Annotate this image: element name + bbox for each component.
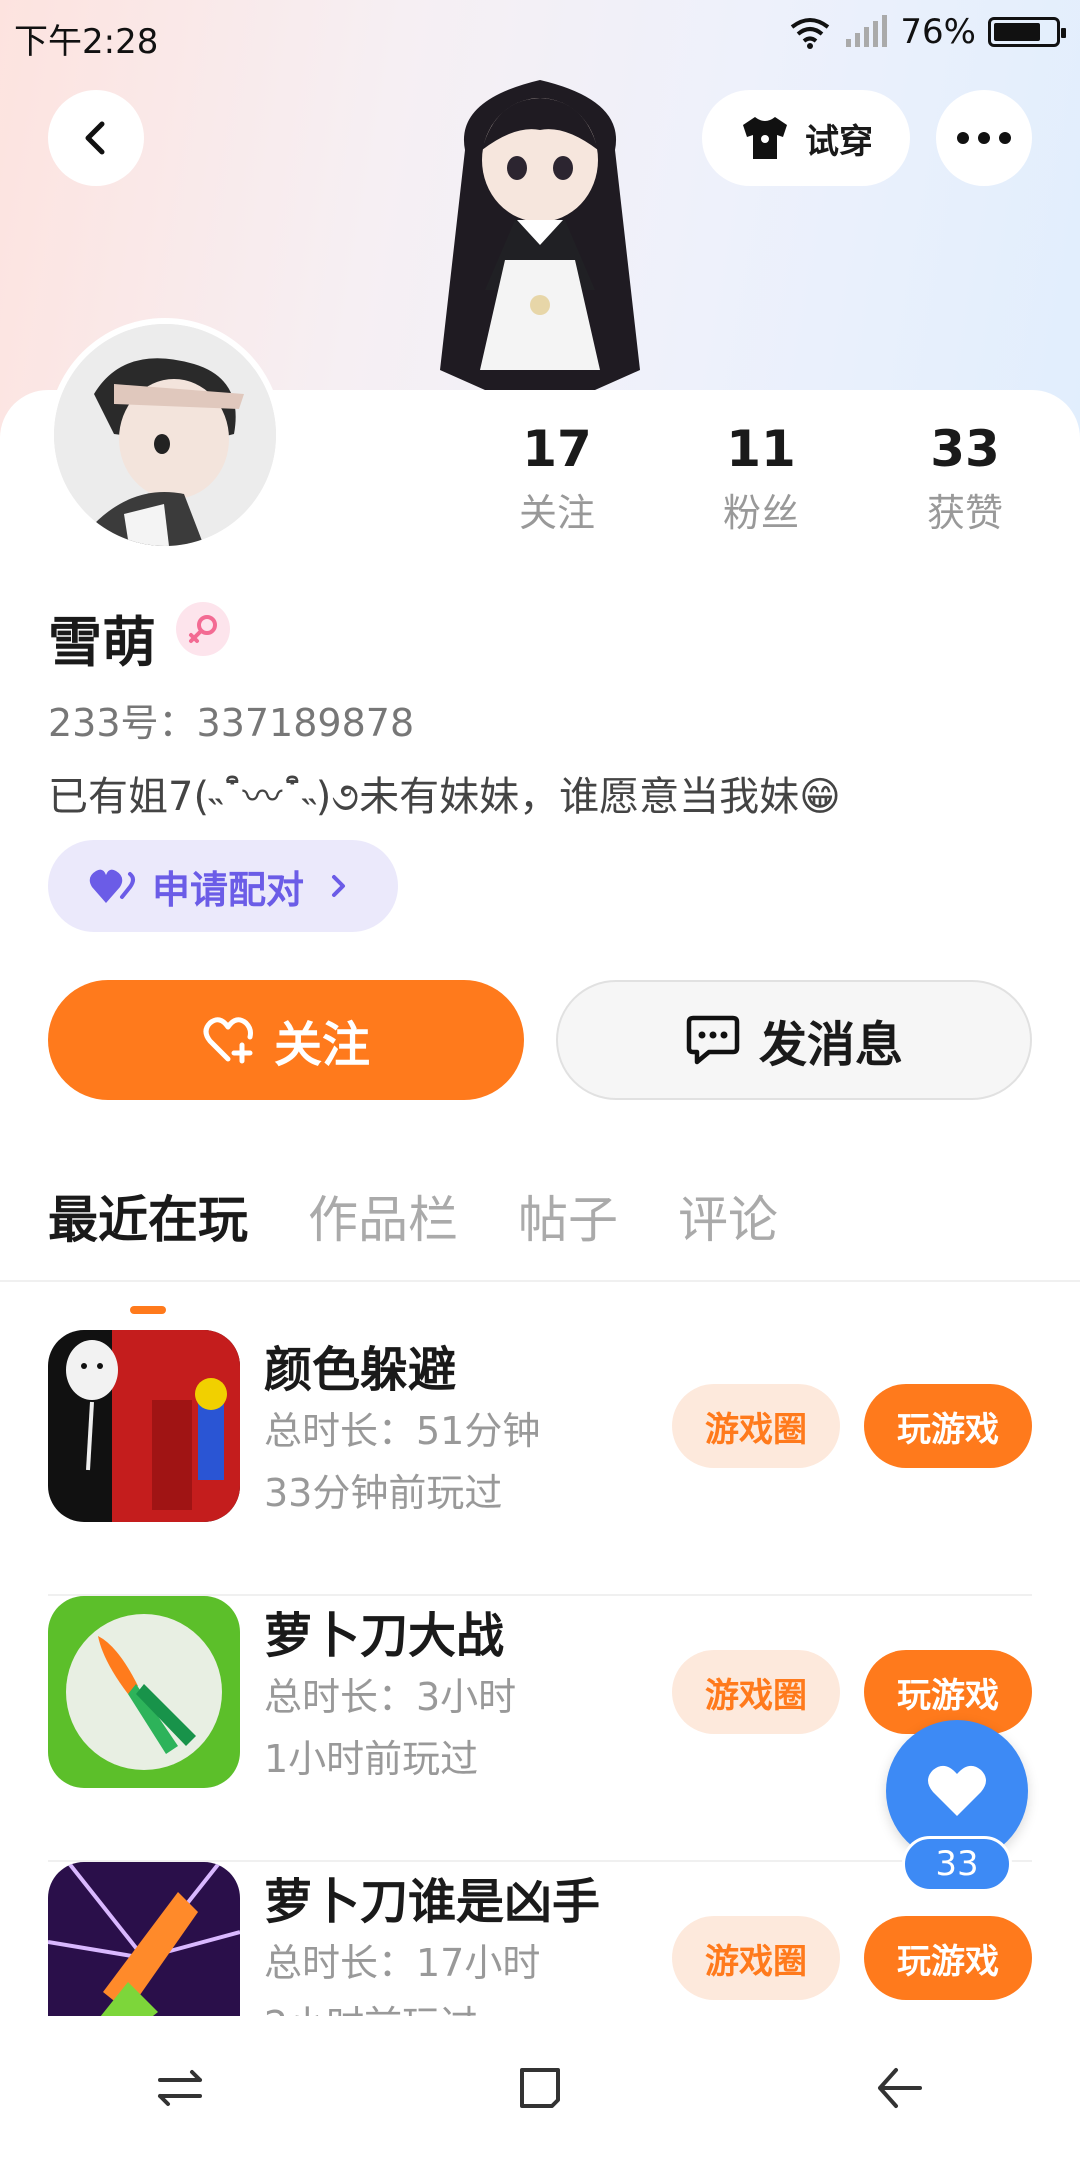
system-nav-bar [0,2016,1080,2160]
game-duration: 总时长：51分钟 [264,1409,541,1453]
tab-posts[interactable]: 帖子 [518,1180,618,1250]
heart-icon [928,1765,986,1816]
game-title: 颜色躲避 [264,1342,457,1398]
list-item[interactable]: 颜色躲避 总时长：51分钟 33分钟前玩过 游戏圈 玩游戏 [48,1330,1032,1596]
try-on-button[interactable]: 试穿 [702,90,910,186]
user-bio: 已有姐7(˵¯͒〰¯͒˵)૭未有妹妹，谁愿意当我妹😁 [48,774,841,820]
game-icon-radish-knife-murderer [48,1862,240,2016]
game-circle-button[interactable]: 游戏圈 [672,1650,840,1734]
stat-likes[interactable]: 33 获赞 [890,420,1040,537]
message-label: 发消息 [758,1017,903,1073]
battery-icon [988,17,1066,47]
status-time: 下午2:28 [14,22,159,62]
tab-works[interactable]: 作品栏 [308,1180,458,1250]
chat-bubble-icon [686,1015,740,1065]
stat-likes-count: 33 [930,420,1000,478]
profile-page: 下午2:28 76% 试穿 17 关注 11 粉丝 33 获赞 雪萌 233号：… [0,0,1080,2160]
more-button[interactable] [936,90,1032,186]
back-nav-icon [878,2068,922,2108]
user-id: 233号：337189878 [48,701,415,745]
game-last-played: 33分钟前玩过 [264,1471,503,1515]
game-duration: 总时长：17小时 [264,1941,541,1985]
back-button[interactable] [48,90,144,186]
more-dots-icon [957,132,1011,144]
game-duration: 总时长：3小时 [264,1675,517,1719]
switch-arrows-icon [158,2070,202,2106]
game-title: 萝卜刀谁是凶手 [264,1874,601,1930]
wifi-icon [791,18,830,49]
game-circle-button[interactable]: 游戏圈 [672,1916,840,2000]
stat-following[interactable]: 17 关注 [482,420,632,537]
stat-fans-label: 粉丝 [722,491,799,535]
avatar-3d-figure [440,80,640,390]
follow-label: 关注 [273,1017,370,1073]
tab-divider [0,1280,1080,1282]
heart-plus-icon [203,1017,253,1064]
play-game-button[interactable]: 玩游戏 [864,1384,1032,1468]
square-icon [520,2068,560,2108]
follow-button[interactable]: 关注 [48,980,524,1100]
battery-percent: 76% [900,12,976,52]
apply-pair-label: 申请配对 [152,867,305,912]
game-title: 萝卜刀大战 [264,1608,505,1664]
home-button[interactable] [490,2038,590,2138]
stat-likes-label: 获赞 [926,491,1003,535]
heart-pair-icon [89,869,135,903]
game-icon-color-dodge [48,1330,240,1522]
chevron-right-icon [332,875,346,897]
message-button[interactable]: 发消息 [556,980,1032,1100]
try-on-label: 试穿 [805,121,873,162]
play-game-button[interactable]: 玩游戏 [864,1916,1032,2000]
game-icon-radish-knife-battle [48,1596,240,1788]
back-arrow-icon [85,121,105,155]
list-item[interactable]: 萝卜刀谁是凶手 总时长：17小时 2小时前玩过 游戏圈 玩游戏 [48,1862,1032,2016]
tab-recently-played[interactable]: 最近在玩 [48,1180,248,1314]
game-last-played: 2小时前玩过 [264,1994,478,2016]
switch-app-button[interactable] [130,2038,230,2138]
shirt-icon [743,117,787,159]
signal-icon [846,15,888,47]
stat-following-label: 关注 [518,491,595,535]
back-nav-button[interactable] [850,2038,950,2138]
list-item[interactable]: 萝卜刀大战 总时长：3小时 1小时前玩过 游戏圈 玩游戏 [48,1596,1032,1862]
apply-pair-button[interactable]: 申请配对 [48,840,398,932]
stat-fans-count: 11 [726,420,796,478]
female-gender-icon [176,602,230,656]
like-count-badge: 33 [902,1836,1012,1892]
stat-following-count: 17 [522,420,592,478]
status-bar: 下午2:28 76% [0,0,1080,72]
tab-comments[interactable]: 评论 [678,1180,778,1250]
game-circle-button[interactable]: 游戏圈 [672,1384,840,1468]
avatar[interactable] [48,318,282,552]
avatar-image [54,324,276,546]
stat-fans[interactable]: 11 粉丝 [686,420,836,537]
profile-tabs: 最近在玩 作品栏 帖子 评论 [48,1180,778,1314]
game-last-played: 1小时前玩过 [264,1737,479,1781]
profile-name: 雪萌 [48,611,156,674]
